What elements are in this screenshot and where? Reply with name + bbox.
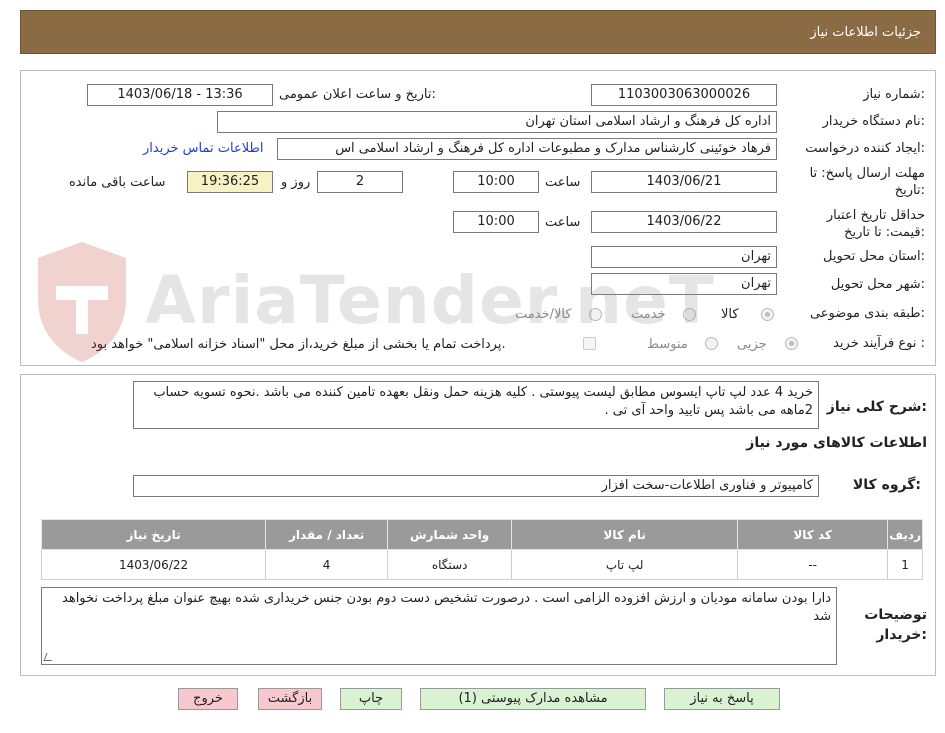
deadline-time-field: 10:00 xyxy=(453,171,539,193)
buyer-notes-text: دارا بودن سامانه مودیان و ارزش افزوده ال… xyxy=(62,591,831,624)
page-header: جزئیات اطلاعات نیاز xyxy=(20,10,936,54)
category-goods-label: کالا xyxy=(721,307,739,322)
process-medium-radio[interactable] xyxy=(705,337,718,350)
category-service-label: خدمت xyxy=(631,307,666,322)
category-both-label: کالا/خدمت xyxy=(515,307,572,322)
process-label: نوع فرآیند خرید : xyxy=(833,336,925,351)
remaining-label: ساعت باقی مانده xyxy=(69,175,166,190)
col-goods-code: کد کالا xyxy=(737,519,889,550)
goods-group-label: گروه کالا: xyxy=(852,477,921,493)
col-row-number: ردیف xyxy=(887,519,923,550)
city-field: تهران xyxy=(591,273,777,295)
deadline-time-label: ساعت xyxy=(545,175,581,190)
validity-date-field: 1403/06/22 xyxy=(591,211,777,233)
goods-group-field: کامپیوتر و فناوری اطلاعات-سخت افزار xyxy=(133,475,819,497)
validity-label: حداقل تاریخ اعتبار قیمت: تا تاریخ: xyxy=(826,208,925,240)
buyer-org-label: نام دستگاه خریدار: xyxy=(822,114,925,129)
cell-goods-code: -- xyxy=(737,549,889,580)
print-button[interactable]: چاپ xyxy=(340,688,402,710)
days-label: روز و xyxy=(281,175,311,190)
category-goods-radio[interactable] xyxy=(761,308,774,321)
deadline-label: مهلت ارسال پاسخ: تا تاریخ: xyxy=(809,166,925,198)
back-button[interactable]: بازگشت xyxy=(258,688,322,710)
goods-table: ردیف کد کالا نام کالا واحد شمارش تعداد /… xyxy=(40,519,923,580)
cell-goods-name: لپ تاپ xyxy=(511,549,739,580)
cell-unit: دستگاه xyxy=(387,549,513,580)
announce-field: 1403/06/18 - 13:36 xyxy=(87,84,273,106)
need-number-field: 1103003063000026 xyxy=(591,84,777,106)
province-field: تهران xyxy=(591,246,777,268)
process-minor-radio[interactable] xyxy=(785,337,798,350)
category-service-radio[interactable] xyxy=(683,308,696,321)
days-field: 2 xyxy=(317,171,403,193)
col-quantity: تعداد / مقدار xyxy=(265,519,389,550)
process-minor-label: جزیی xyxy=(737,337,767,352)
validity-time-label: ساعت xyxy=(545,215,581,230)
goods-info-title: اطلاعات کالاهای مورد نیاز xyxy=(746,435,927,451)
goods-table-header: ردیف کد کالا نام کالا واحد شمارش تعداد /… xyxy=(40,519,923,550)
requester-field: فرهاد خوئینی کارشناس مدارک و مطبوعات ادا… xyxy=(277,138,777,160)
exit-button[interactable]: خروج xyxy=(178,688,238,710)
cell-quantity: 4 xyxy=(265,549,389,580)
city-label: شهر محل تحویل: xyxy=(830,277,925,292)
resize-grip-icon[interactable] xyxy=(43,653,55,661)
buyer-notes-field: دارا بودن سامانه مودیان و ارزش افزوده ال… xyxy=(41,587,837,665)
process-medium-label: متوسط xyxy=(647,337,688,352)
buyer-org-field: اداره کل فرهنگ و ارشاد اسلامی استان تهرا… xyxy=(217,111,777,133)
attachments-button[interactable]: مشاهده مدارک پیوستی (1) xyxy=(420,688,646,710)
remaining-time-field: 19:36:25 xyxy=(187,171,273,193)
cell-row-number: 1 xyxy=(887,549,923,580)
requester-label: ایجاد کننده درخواست: xyxy=(805,141,925,156)
payment-note: پرداخت تمام یا بخشی از مبلغ خرید،از محل … xyxy=(91,337,506,352)
cell-need-date: 1403/06/22 xyxy=(40,549,267,580)
col-goods-name: نام کالا xyxy=(511,519,739,550)
need-number-label: شماره نیاز: xyxy=(863,87,925,102)
description-label: شرح کلی نیاز: xyxy=(826,399,927,415)
buyer-contact-link[interactable]: اطلاعات تماس خریدار xyxy=(143,141,263,156)
announce-label: تاریخ و ساعت اعلان عمومی: xyxy=(279,87,436,102)
col-need-date: تاریخ نیاز xyxy=(40,519,267,550)
category-label: طبقه بندی موضوعی: xyxy=(809,306,925,321)
validity-time-field: 10:00 xyxy=(453,211,539,233)
table-row: 1 -- لپ تاپ دستگاه 4 1403/06/22 xyxy=(40,549,923,580)
treasury-payment-checkbox[interactable] xyxy=(583,337,596,350)
description-field: خرید 4 عدد لپ تاپ ایسوس مطابق لیست پیوست… xyxy=(133,381,819,429)
buyer-notes-label: توضیحات خریدار: xyxy=(864,607,927,643)
need-info-panel: شماره نیاز: 1103003063000026 تاریخ و ساع… xyxy=(20,70,936,366)
deadline-date-field: 1403/06/21 xyxy=(591,171,777,193)
col-unit: واحد شمارش xyxy=(387,519,513,550)
category-both-radio[interactable] xyxy=(589,308,602,321)
province-label: استان محل تحویل: xyxy=(823,249,925,264)
reply-button[interactable]: پاسخ به نیاز xyxy=(664,688,780,710)
goods-details-panel: شرح کلی نیاز: خرید 4 عدد لپ تاپ ایسوس مط… xyxy=(20,374,936,676)
page-title: جزئیات اطلاعات نیاز xyxy=(810,25,921,40)
